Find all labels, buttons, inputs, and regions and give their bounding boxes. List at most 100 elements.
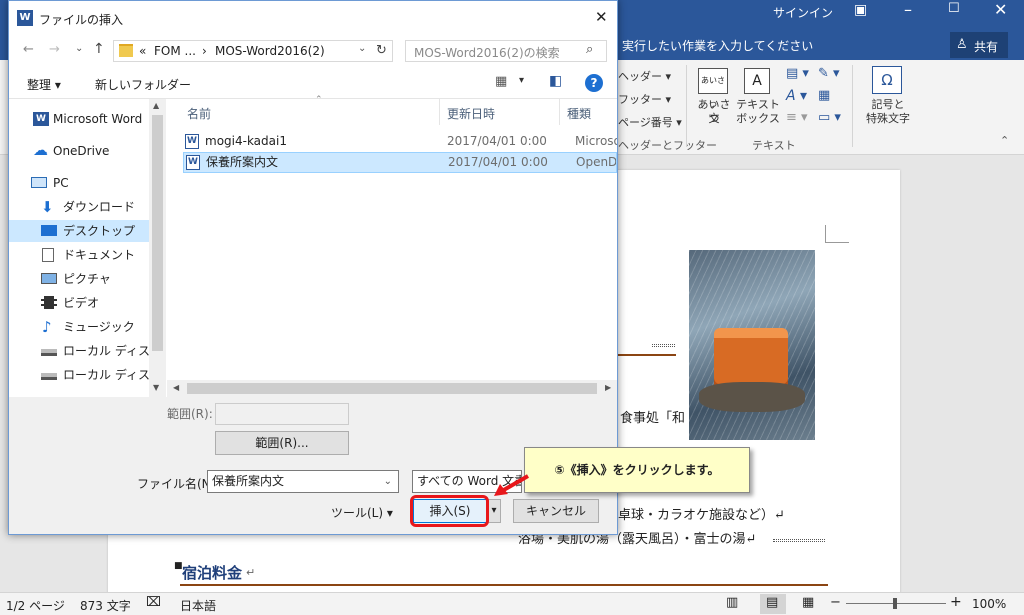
status-bar: 1/2 ページ 873 文字 ⌧ 日本語 ▥ ▤ ▦ − + 100%	[0, 592, 1024, 615]
share-button[interactable]: ♙ 共有	[950, 32, 1008, 58]
breadcrumb-item-1[interactable]: FOM ...	[154, 44, 196, 58]
minimize-icon[interactable]: –	[904, 0, 912, 19]
search-input[interactable]: MOS-Word2016(2)の検索 ⌕	[405, 40, 607, 62]
textbox-button[interactable]: A テキスト ボックス	[734, 68, 782, 128]
music-icon: ♪	[42, 318, 52, 336]
header-button[interactable]: ヘッダー ▾	[618, 68, 671, 84]
forward-arrow-icon[interactable]: →	[49, 42, 60, 57]
breadcrumb-separator[interactable]: ›	[202, 44, 207, 58]
wordart-icon[interactable]: A ▾	[786, 88, 807, 104]
refresh-icon[interactable]: ↻	[376, 43, 387, 58]
file-name: mogi4-kadai1	[205, 134, 287, 148]
group-header-footer-label: ヘッダーとフッター	[618, 139, 717, 152]
column-header-date[interactable]: 更新日時	[447, 105, 495, 122]
signin-link[interactable]: サインイン	[773, 4, 833, 21]
web-layout-icon[interactable]: ▦	[802, 595, 814, 610]
computer-icon	[31, 177, 47, 188]
nav-item-videos[interactable]: ビデオ	[9, 292, 149, 314]
search-placeholder: MOS-Word2016(2)の検索	[414, 46, 560, 60]
back-arrow-icon[interactable]: ←	[23, 42, 34, 57]
proofing-icon[interactable]: ⌧	[146, 595, 161, 610]
ribbon-display-icon[interactable]: ▣	[854, 2, 867, 18]
up-arrow-icon[interactable]: ↑	[93, 41, 105, 57]
range-button[interactable]: 範囲(R)...	[215, 431, 349, 455]
zoom-slider-thumb[interactable]	[893, 598, 897, 609]
new-folder-button[interactable]: 新しいフォルダー	[95, 76, 191, 93]
scroll-up-icon[interactable]: ▲	[153, 101, 159, 110]
quick-parts-icon[interactable]: ▤ ▾	[786, 66, 809, 81]
nav-item-local-disk-c[interactable]: ローカル ディスク (C	[9, 340, 149, 362]
close-window-icon[interactable]: ✕	[994, 0, 1007, 19]
dialog-toolbar: 整理 ▾ 新しいフォルダー ▦ ▾ ◧ ?	[9, 67, 617, 99]
symbols-button[interactable]: Ω 記号と 特殊文字	[858, 66, 918, 130]
tell-me-box[interactable]: 実行したい作業を入力してください	[622, 37, 813, 54]
scroll-down-icon[interactable]: ▼	[153, 383, 159, 392]
drive-icon	[41, 349, 57, 356]
greeting-button[interactable]: あいさつ あいさつ 文	[694, 68, 734, 128]
horizontal-scrollbar[interactable]: ◀ ▶	[167, 380, 617, 397]
page-number-button[interactable]: ページ番号 ▾	[618, 114, 682, 130]
scroll-right-icon[interactable]: ▶	[605, 383, 611, 392]
page-count[interactable]: 1/2 ページ	[6, 597, 65, 614]
insert-dropdown-button[interactable]: ▾	[487, 499, 501, 523]
read-mode-icon[interactable]: ▥	[726, 595, 738, 610]
word-doc-icon: W	[186, 155, 200, 170]
address-dropdown-icon[interactable]: ⌄	[358, 43, 366, 54]
nav-item-local-disk-d[interactable]: ローカル ディスク (D	[9, 364, 149, 386]
nav-item-pc[interactable]: PC	[9, 172, 149, 194]
dialog-close-icon[interactable]: ✕	[595, 8, 608, 26]
file-type: OpenDoc	[576, 155, 616, 169]
range-input[interactable]	[215, 403, 349, 425]
drop-cap-icon[interactable]: ≡ ▾	[786, 110, 808, 125]
picture-icon	[41, 273, 57, 284]
cancel-button[interactable]: キャンセル	[513, 499, 599, 523]
file-row-mogi4-kadai1[interactable]: W mogi4-kadai1 2017/04/01 0:00 Microsoft	[183, 131, 617, 152]
column-header-name[interactable]: 名前	[187, 105, 211, 122]
video-icon	[41, 296, 57, 309]
preview-pane-icon[interactable]: ◧	[549, 73, 562, 89]
nav-item-downloads[interactable]: ⬇ ダウンロード	[9, 196, 149, 218]
date-time-icon[interactable]: ▦	[818, 88, 830, 103]
horizontal-scroll-thumb[interactable]	[187, 383, 597, 394]
nav-item-documents[interactable]: ドキュメント	[9, 244, 149, 266]
nav-item-pictures[interactable]: ピクチャ	[9, 268, 149, 290]
bath-bucket-photo[interactable]	[689, 250, 815, 440]
drive-icon	[41, 373, 57, 380]
signature-line-icon[interactable]: ✎ ▾	[818, 66, 840, 81]
help-icon[interactable]: ?	[585, 74, 603, 92]
organize-button[interactable]: 整理 ▾	[27, 76, 61, 93]
word-count[interactable]: 873 文字	[80, 597, 131, 614]
column-header-type[interactable]: 種類	[567, 105, 591, 122]
scroll-left-icon[interactable]: ◀	[173, 383, 179, 392]
heading-rule	[180, 584, 828, 586]
nav-scrollbar[interactable]: ▲ ▼	[149, 99, 166, 397]
nav-label: PC	[53, 176, 69, 190]
nav-label: ビデオ	[63, 296, 100, 310]
file-date: 2017/04/01 0:00	[448, 155, 548, 169]
tools-button[interactable]: ツール(L) ▾	[331, 504, 393, 521]
filename-dropdown-icon[interactable]: ⌄	[384, 472, 392, 492]
address-bar[interactable]: « FOM ... › MOS-Word2016(2) ⌄ ↻	[113, 40, 393, 62]
nav-item-microsoft-word[interactable]: W Microsoft Word	[9, 108, 149, 130]
nav-item-music[interactable]: ♪ ミュージック	[9, 316, 149, 338]
breadcrumb-item-2[interactable]: MOS-Word2016(2)	[215, 44, 325, 58]
navigation-pane: W Microsoft Word ☁ OneDrive PC ⬇ ダウンロード …	[9, 99, 167, 397]
zoom-in-icon[interactable]: +	[950, 594, 962, 610]
view-dropdown-icon[interactable]: ▾	[519, 75, 524, 86]
print-layout-icon[interactable]: ▤	[766, 595, 778, 610]
file-row-hoyoujo-annai[interactable]: W 保養所案内文 2017/04/01 0:00 OpenDoc	[183, 152, 617, 173]
nav-scroll-thumb[interactable]	[152, 115, 163, 351]
zoom-level[interactable]: 100%	[972, 597, 1006, 611]
zoom-out-icon[interactable]: −	[830, 595, 841, 610]
doc-text-fragment2: 卓球・カラオケ施設など）↵	[618, 508, 785, 523]
language-indicator[interactable]: 日本語	[180, 597, 216, 614]
filename-input[interactable]: 保養所案内文 ⌄	[207, 470, 399, 493]
object-icon[interactable]: ▭ ▾	[818, 110, 841, 125]
footer-button[interactable]: フッター ▾	[618, 91, 671, 107]
maximize-icon[interactable]: ☐	[948, 1, 960, 16]
view-options-icon[interactable]: ▦	[495, 74, 507, 89]
nav-item-desktop[interactable]: デスクトップ	[9, 220, 149, 242]
recent-dropdown-icon[interactable]: ⌄	[75, 43, 83, 54]
collapse-ribbon-icon[interactable]: ⌃	[1000, 134, 1009, 147]
nav-item-onedrive[interactable]: ☁ OneDrive	[9, 140, 149, 162]
